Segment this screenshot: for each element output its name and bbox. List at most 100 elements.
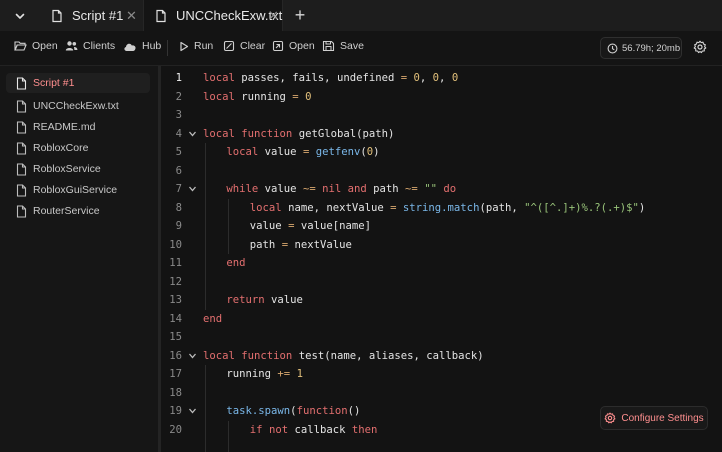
code-token: local [226, 146, 259, 158]
file-icon [16, 162, 27, 176]
code-line[interactable]: 11 end [161, 254, 722, 273]
fold-chevron-icon[interactable] [188, 352, 197, 360]
line-number: 15 [169, 331, 182, 343]
clock-icon [607, 43, 618, 53]
fold-chevron-icon[interactable] [188, 407, 197, 415]
code-line[interactable]: 6 [161, 161, 722, 180]
indent-guide [228, 235, 230, 254]
line-number: 1 [175, 72, 182, 84]
code-token: while [226, 183, 259, 195]
code-editor[interactable]: 1 local passes, fails, undefined = 0, 0, … [161, 66, 722, 452]
code-line[interactable]: 13 return value [161, 291, 722, 310]
tab-menu-button[interactable] [0, 0, 40, 31]
file-item-robloxcore[interactable]: RobloxCore [6, 138, 150, 158]
add-tab-button[interactable]: + [283, 0, 317, 31]
file-icon [16, 99, 27, 113]
toolbar-divider [167, 40, 168, 56]
code-token: (path, [479, 201, 525, 214]
code-text: local function test(name, aliases, callb… [203, 347, 484, 366]
clear-button[interactable]: Clear [223, 40, 265, 52]
code-text: local function getGlobal(path) [203, 125, 394, 144]
file-item-robloxservice[interactable]: RobloxService [6, 159, 150, 179]
hub-button[interactable]: Hub [123, 40, 161, 52]
open-button[interactable]: Open [14, 40, 58, 52]
code-token: (name, aliases, callback) [324, 349, 484, 362]
fold-chevron-icon[interactable] [188, 130, 197, 138]
code-line[interactable]: 7 while value ~= nil and path ~= "" do [161, 180, 722, 199]
code-text: if not callback then [250, 421, 378, 440]
code-line[interactable]: 16 local function test(name, aliases, cal… [161, 347, 722, 366]
folder-open-icon [14, 41, 27, 51]
code-token: () [347, 405, 361, 417]
tab-script-1[interactable]: Script #1 ✕ [40, 0, 143, 31]
code-text: while value ~= nil and path ~= "" do [226, 180, 456, 199]
file-icon [16, 183, 27, 197]
tab-label: Script #1 [72, 8, 124, 23]
code-token: value [264, 294, 303, 306]
code-line[interactable]: 5 local value = getfenv(0) [161, 143, 722, 162]
code-token: running [226, 368, 278, 380]
code-line[interactable]: 10 path = nextValue [161, 235, 722, 254]
file-item-readme[interactable]: README.md [6, 117, 150, 137]
indent-guide [228, 420, 230, 439]
line-number: 20 [169, 423, 182, 436]
save-button[interactable]: Save [322, 40, 364, 52]
code-line[interactable]: 9 value = value[name] [161, 217, 722, 236]
code-token: function [241, 127, 293, 140]
code-line[interactable]: 15 [161, 328, 722, 347]
close-icon[interactable]: ✕ [126, 8, 137, 24]
close-icon[interactable]: ✕ [268, 8, 279, 24]
tab-unccheckexw[interactable]: UNCCheckExw.txt ✕ [143, 0, 283, 31]
code-line[interactable]: 2 local running = 0 [161, 88, 722, 107]
code-token: value[name] [294, 220, 372, 232]
line-number: 11 [169, 257, 182, 269]
file-item-unccheckexw[interactable]: UNCCheckExw.txt [6, 96, 150, 116]
code-text: end [226, 254, 245, 273]
code-token: getfenv [315, 146, 361, 158]
indent-guide [228, 439, 230, 452]
run-button[interactable]: Run [179, 40, 213, 52]
code-line[interactable]: 18 [161, 383, 722, 402]
line-number: 8 [175, 201, 182, 214]
gear-icon [693, 40, 707, 54]
code-token: ) [373, 146, 380, 158]
indent-guide [205, 420, 206, 439]
play-icon [180, 41, 189, 51]
file-item-script-1[interactable]: Script #1 [6, 73, 150, 93]
configure-settings-button[interactable]: Configure Settings [600, 406, 708, 430]
code-token: if [249, 423, 263, 436]
code-token: local [249, 201, 282, 214]
line-number: 17 [169, 368, 182, 380]
code-line[interactable]: 3 [161, 106, 722, 125]
code-token: function [241, 349, 293, 362]
file-icon [50, 9, 64, 23]
clients-button[interactable]: Clients [65, 40, 115, 52]
chevron-down-icon [15, 13, 25, 19]
code-token: local [203, 349, 235, 362]
code-text: running += 1 [226, 365, 303, 384]
code-line[interactable]: 12 [161, 272, 722, 291]
code-token: passes, fails, undefined [234, 72, 401, 84]
settings-button[interactable] [693, 40, 707, 59]
code-line[interactable]: 14 end [161, 310, 722, 329]
code-line[interactable] [161, 439, 722, 452]
code-text: local running = 0 [203, 88, 311, 107]
code-line[interactable]: 8 local name, nextValue = string.match(pa… [161, 198, 722, 217]
code-text: value = value[name] [250, 217, 371, 236]
code-token: do [443, 183, 457, 195]
open-file-button[interactable]: Open [272, 40, 315, 52]
code-line[interactable]: 17 running += 1 [161, 365, 722, 384]
code-token: path [249, 238, 282, 251]
line-number: 5 [175, 146, 182, 158]
indent-guide [205, 383, 206, 402]
code-token: 0 [305, 90, 312, 103]
indent-guide [205, 180, 206, 199]
code-line[interactable]: 1 local passes, fails, undefined = 0, 0, … [161, 69, 722, 88]
file-item-robloxguiservice[interactable]: RobloxGuiService [6, 180, 150, 200]
fold-chevron-icon[interactable] [188, 185, 197, 193]
code-line[interactable]: 4 local function getGlobal(path) [161, 125, 722, 144]
file-open-icon [272, 40, 284, 52]
code-token: 0 [451, 72, 459, 84]
file-item-routerservice[interactable]: RouterService [6, 201, 150, 221]
file-icon [16, 204, 27, 218]
